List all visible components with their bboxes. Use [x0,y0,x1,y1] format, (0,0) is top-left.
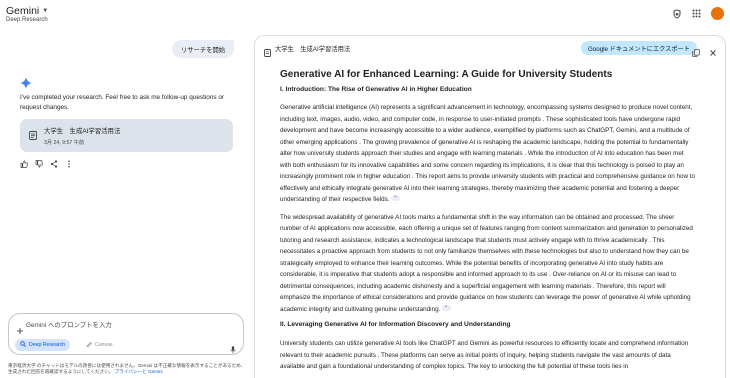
app-title: Gemini [6,5,40,17]
paragraph: Generative artificial intelligence (AI) … [280,102,696,206]
microphone-icon[interactable] [230,341,236,354]
document-header: 大学生 生成AI学習活用法 Google ドキュメントにエクスポート [255,36,725,60]
feedback-actions [20,160,73,168]
avatar[interactable] [711,7,724,20]
chat-panel: リサーチを開始 I've completed your research. Fe… [0,30,252,378]
document-icon [29,127,37,140]
shield-icon[interactable] [671,8,682,19]
paragraph-text: The widespread availability of generativ… [280,213,693,313]
model-switcher[interactable]: Gemini ▼ [6,5,48,17]
paragraph: The widespread availability of generativ… [280,212,696,316]
add-icon[interactable] [17,321,23,334]
thumb-down-icon[interactable] [35,160,43,168]
paragraph-text: Generative artificial intelligence (AI) … [280,104,696,203]
app-subtitle: Deep Research [6,17,48,23]
canvas-chip[interactable]: Canvas [81,339,118,351]
section-heading: I. Introduction: The Rise of Generative … [280,86,472,93]
paragraph: University students can utilize generati… [280,340,689,370]
apps-grid-icon[interactable] [691,8,702,19]
doc-card-date: 3月 24, 9:57 午前 [44,140,85,146]
close-icon[interactable] [709,44,717,56]
thumb-up-icon[interactable] [20,160,28,168]
chevron-down-icon: ▼ [42,8,49,14]
prompt-box[interactable]: Gemini へのプロンプトを入力 Deep Research Canvas [8,313,244,355]
more-vert-icon[interactable] [65,160,73,168]
research-doc-card[interactable]: 大学生 生成AI学習活用法 3月 24, 9:57 午前 [20,119,233,152]
deep-research-label: Deep Research [29,342,66,348]
disclaimer: 東京経済大学 のチャットはモデルの改善には使用されません。Gemini は不正確… [8,363,248,375]
deep-research-chip[interactable]: Deep Research [15,339,71,351]
document-header-title: 大学生 生成AI学習活用法 [275,46,351,53]
user-message: リサーチを開始 [172,40,235,58]
citation-chip[interactable] [391,191,401,203]
share-icon[interactable] [50,160,58,168]
assistant-reply: I've completed your research. Feel free … [20,94,225,111]
document-title: Generative AI for Enhanced Learning: A G… [280,69,613,80]
top-bar: Gemini ▼ Deep Research [0,0,730,30]
document-panel: 大学生 生成AI学習活用法 Google ドキュメントにエクスポート Gener… [254,35,726,378]
section-heading: II. Leveraging Generative AI for Informa… [280,321,511,328]
copy-icon[interactable] [692,44,700,57]
privacy-link[interactable]: プライバシーと Gemini [115,369,163,374]
deep-research-icon [20,341,26,349]
canvas-label: Canvas [95,342,113,348]
gemini-sparkle-icon [20,76,32,89]
canvas-icon [86,341,92,349]
citation-chip[interactable] [442,301,452,312]
doc-card-title: 大学生 生成AI学習活用法 [44,128,121,135]
document-icon [264,44,271,57]
prompt-input[interactable]: Gemini へのプロンプトを入力 [26,320,112,329]
export-to-docs-button[interactable]: Google ドキュメントにエクスポート [581,41,697,55]
document-body: Generative AI for Enhanced Learning: A G… [280,69,696,378]
